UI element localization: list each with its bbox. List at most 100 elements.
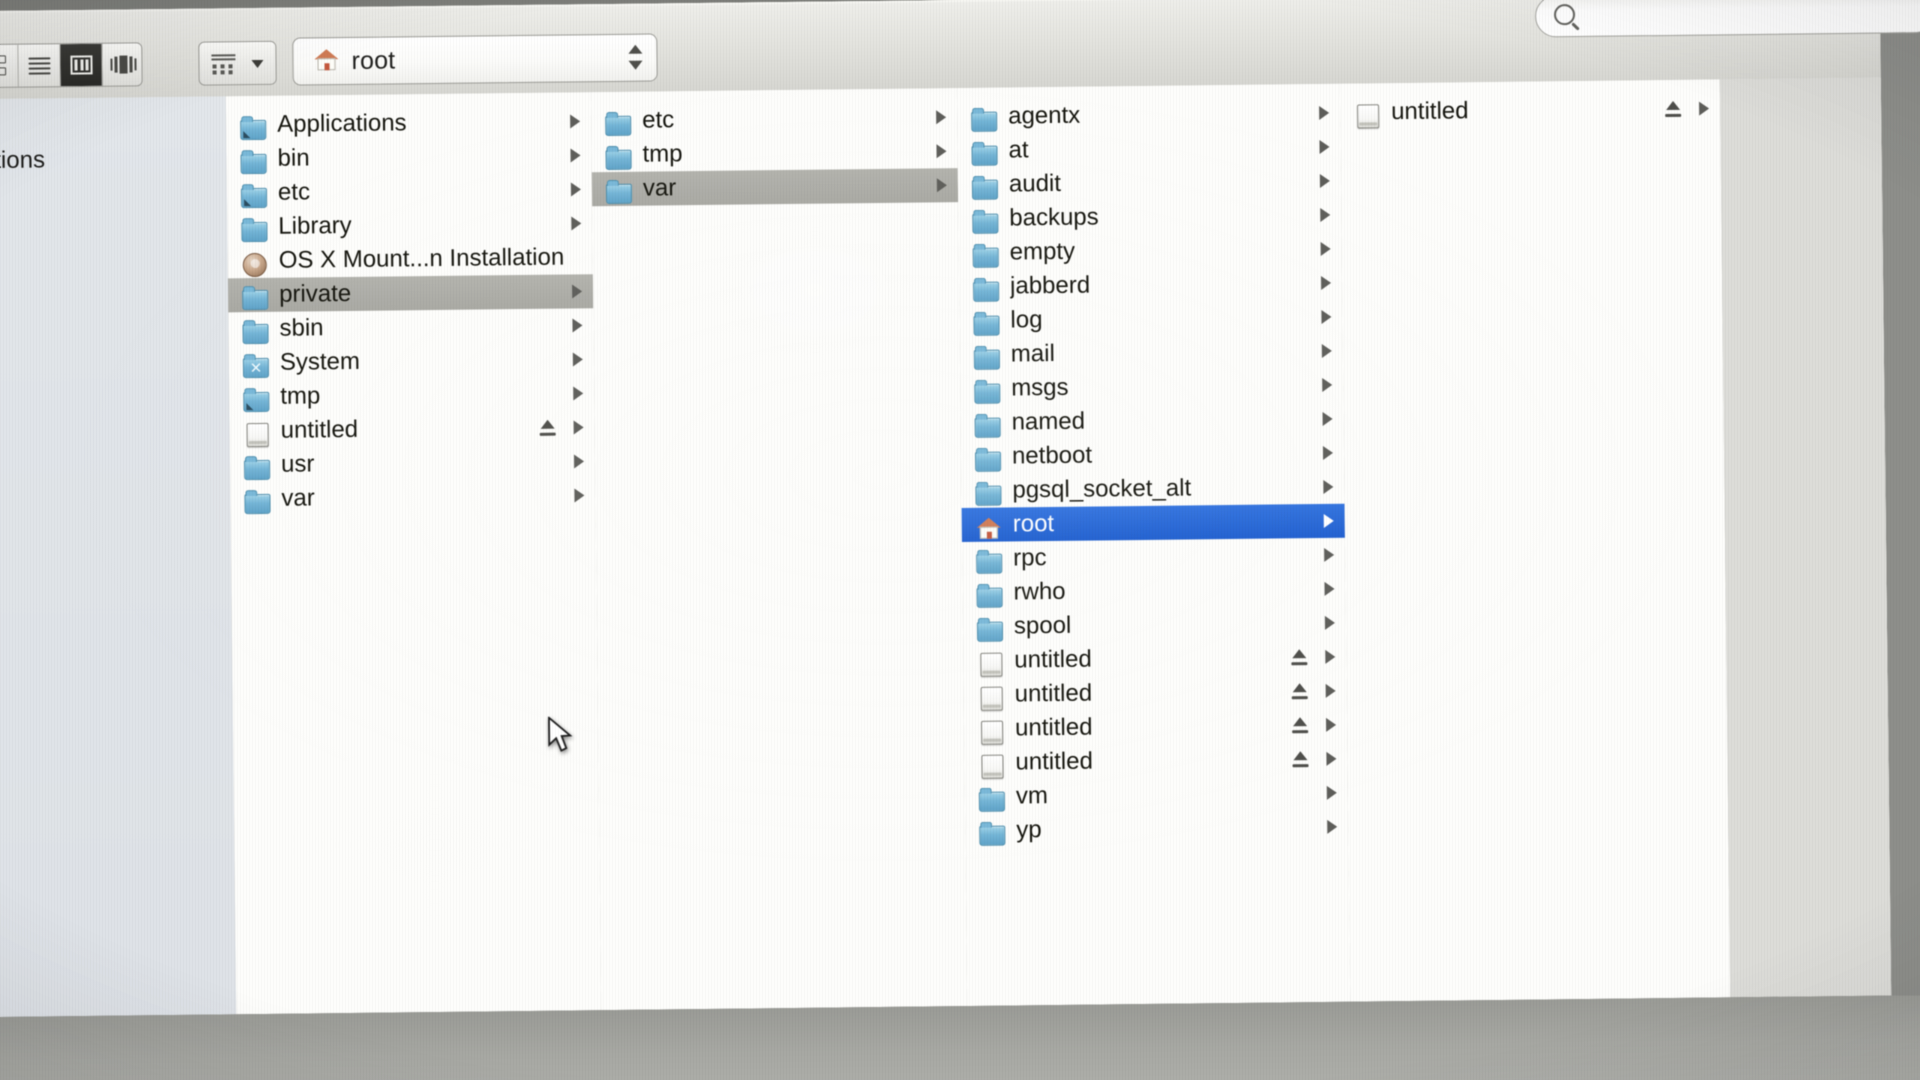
search-field[interactable] [1534, 0, 1920, 38]
file-row[interactable]: tmp [591, 134, 957, 172]
view-mode-segmented-control[interactable] [0, 42, 143, 89]
file-row[interactable]: jabberd [959, 266, 1342, 304]
file-row[interactable]: OS X Mount...n Installation [228, 240, 593, 278]
file-row[interactable]: yp [965, 810, 1348, 848]
file-name: var [642, 174, 677, 202]
grid-icon [0, 55, 7, 76]
file-name: etc [277, 178, 311, 206]
folder-icon [242, 318, 269, 344]
eject-icon[interactable] [1291, 683, 1309, 700]
disk-icon [978, 684, 1004, 711]
disclosure-arrow-icon [574, 488, 585, 503]
folder-icon [242, 284, 269, 310]
eject-icon[interactable] [1290, 649, 1308, 666]
file-row[interactable]: netboot [961, 436, 1344, 474]
file-row[interactable]: etc [227, 172, 592, 210]
disclosure-arrow-icon [1326, 751, 1337, 766]
file-name: vm [1015, 782, 1049, 810]
file-row[interactable]: root [961, 503, 1345, 543]
file-row[interactable]: var [591, 168, 959, 207]
file-row[interactable]: System [229, 342, 594, 380]
file-row[interactable]: Applications [226, 104, 591, 142]
folder-icon [605, 178, 633, 204]
path-title-control[interactable]: root [292, 33, 658, 86]
folder-icon [976, 616, 1004, 642]
file-row[interactable]: named [960, 402, 1343, 440]
file-name: spool [1013, 611, 1072, 640]
file-name: at [1008, 136, 1029, 164]
browser-column-3[interactable]: agentx at audit backups empty jabberd log mail m… [956, 83, 1352, 1009]
file-row[interactable]: untitled [964, 674, 1347, 712]
file-name: tmp [280, 382, 321, 410]
action-menu-button[interactable] [198, 40, 277, 86]
browser-column-4[interactable]: untitled [1339, 79, 1732, 1004]
file-name: agentx [1007, 101, 1081, 130]
eject-icon[interactable] [1291, 717, 1309, 734]
mouse-cursor [548, 716, 573, 752]
eject-icon[interactable] [1291, 751, 1309, 768]
file-row[interactable]: Library [227, 206, 592, 244]
sidebar: RITEN Applications TE OSX EN Musik Fotos… [0, 96, 238, 1020]
browser-column-2[interactable]: etc tmp var [590, 88, 969, 1013]
file-row[interactable]: vm [965, 776, 1348, 814]
file-name: private [278, 279, 352, 308]
file-name: audit [1008, 169, 1062, 198]
disclosure-arrow-icon [1323, 479, 1334, 494]
file-row[interactable]: agentx [957, 96, 1340, 134]
view-mode-list-button[interactable] [17, 44, 61, 87]
folder-icon [605, 110, 632, 136]
file-row[interactable]: untitled [1340, 91, 1720, 129]
file-row[interactable]: untitled [963, 640, 1346, 678]
window-title: root [351, 46, 396, 75]
file-row[interactable]: etc [591, 100, 957, 138]
file-row[interactable]: untitled [964, 708, 1347, 746]
disclosure-arrow-icon [573, 454, 585, 469]
file-row[interactable]: untitled [964, 742, 1347, 780]
folder-alias-icon [240, 114, 267, 140]
file-row[interactable]: var [230, 478, 595, 516]
file-row[interactable]: rwho [962, 572, 1345, 610]
disclosure-arrow-icon [1699, 101, 1710, 116]
eject-icon[interactable] [1664, 100, 1682, 118]
eject-icon[interactable] [539, 419, 557, 436]
folder-icon [974, 446, 1002, 472]
file-row[interactable]: backups [958, 198, 1341, 236]
file-row[interactable]: bin [226, 138, 591, 176]
file-name: var [281, 484, 315, 512]
disclosure-arrow-icon [1321, 343, 1332, 358]
file-row[interactable]: rpc [962, 538, 1345, 576]
disclosure-arrow-icon [572, 352, 583, 367]
file-row[interactable]: audit [958, 164, 1341, 202]
disclosure-arrow-icon [1322, 445, 1334, 460]
file-row[interactable]: usr [230, 444, 595, 482]
browser-column-1[interactable]: Applications bin etc Library OS X Mount...n … [225, 92, 603, 1017]
disk-icon [978, 718, 1004, 745]
view-mode-coverflow-button[interactable] [101, 43, 143, 86]
file-row[interactable]: msgs [960, 368, 1343, 406]
file-row[interactable]: empty [959, 232, 1342, 270]
view-mode-icon-button[interactable] [0, 45, 18, 87]
browser-column-5-empty[interactable] [1719, 77, 1892, 1000]
path-stepper[interactable] [624, 43, 646, 75]
disclosure-arrow-icon [1324, 547, 1335, 562]
file-row[interactable]: pgsql_socket_alt [961, 470, 1344, 508]
file-name: bin [277, 144, 310, 172]
file-row[interactable]: sbin [228, 308, 593, 346]
disk-icon [244, 420, 270, 447]
file-row[interactable]: log [959, 300, 1342, 338]
file-row[interactable]: mail [960, 334, 1343, 372]
home-icon [313, 49, 339, 71]
file-row[interactable]: tmp [229, 376, 594, 414]
file-row[interactable]: untitled [229, 410, 594, 448]
file-row[interactable]: private [227, 274, 594, 313]
file-row[interactable]: at [957, 130, 1340, 168]
columns-icon [70, 55, 93, 75]
file-name: Library [278, 211, 352, 240]
sidebar-item-applications[interactable]: Applications [0, 146, 45, 175]
stepper-down-icon [628, 60, 643, 70]
folder-icon [978, 786, 1006, 812]
view-mode-column-button[interactable] [59, 43, 103, 87]
file-name: etc [642, 106, 675, 134]
file-name: pgsql_socket_alt [1012, 474, 1192, 504]
file-row[interactable]: spool [963, 606, 1346, 644]
